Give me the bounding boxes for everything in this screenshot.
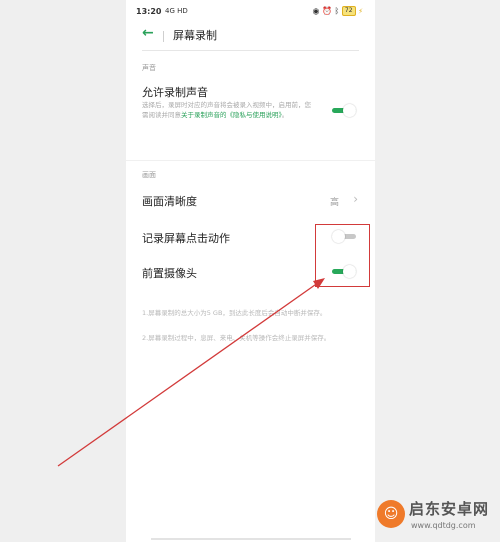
annotation-arrow-line [57, 279, 323, 467]
watermark-logo-icon: ☺ [377, 500, 405, 528]
annotation-arrow-head [313, 278, 325, 289]
bottom-nav-hint [151, 538, 351, 540]
watermark-title: 启东安卓网 [409, 500, 490, 518]
annotation-arrow [57, 278, 325, 467]
watermark-url: www.qdtdg.com [411, 521, 476, 530]
